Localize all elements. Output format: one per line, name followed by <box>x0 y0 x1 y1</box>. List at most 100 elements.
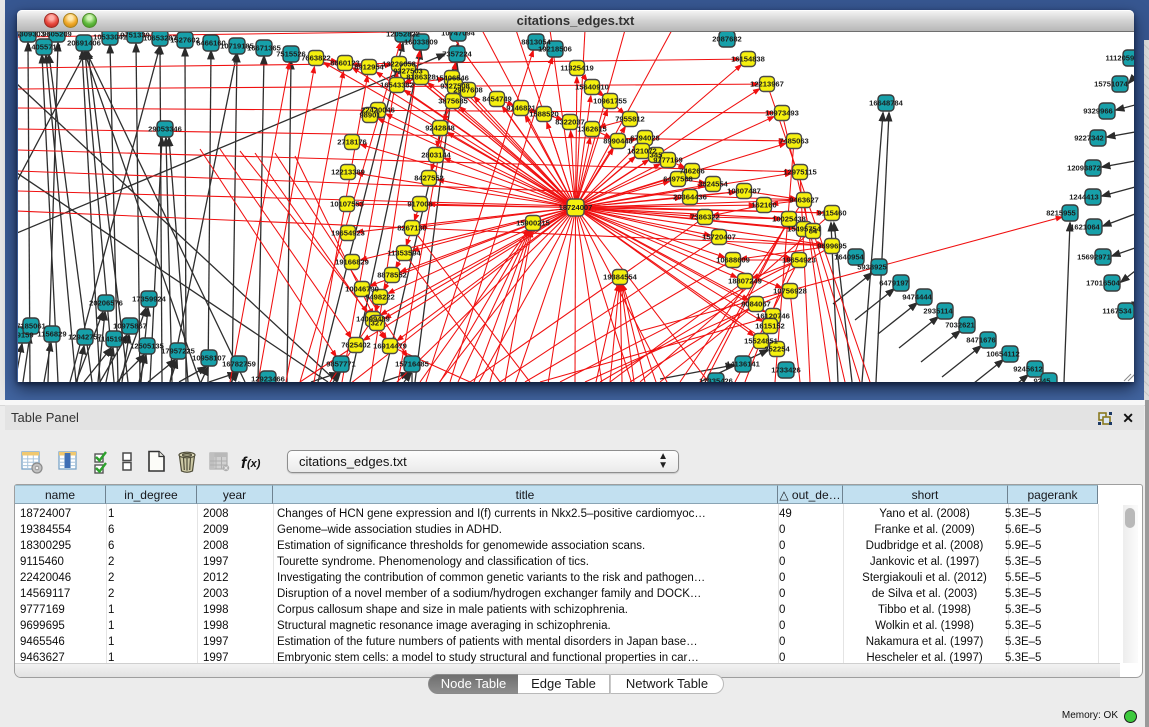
svg-text:10961755: 10961755 <box>593 97 628 106</box>
svg-text:1167534: 1167534 <box>1102 307 1132 316</box>
svg-text:8878552: 8878552 <box>377 271 407 280</box>
svg-text:10025438: 10025438 <box>772 215 806 224</box>
svg-text:17335426: 17335426 <box>699 377 733 383</box>
svg-text:9699695: 9699695 <box>817 242 847 251</box>
svg-text:327: 327 <box>371 319 384 328</box>
svg-text:19654923: 19654923 <box>782 256 816 265</box>
svg-text:12505135: 12505135 <box>130 342 165 351</box>
svg-text:12213389: 12213389 <box>331 168 365 177</box>
svg-text:15716485: 15716485 <box>395 360 430 369</box>
svg-text:19384554: 19384554 <box>603 273 638 282</box>
svg-text:14055714: 14055714 <box>27 43 62 52</box>
svg-text:7032621: 7032621 <box>945 321 975 330</box>
svg-text:9463627: 9463627 <box>789 196 819 205</box>
svg-text:3875685: 3875685 <box>438 97 468 106</box>
svg-text:2803144: 2803144 <box>421 151 451 160</box>
svg-text:10975867: 10975867 <box>113 322 147 331</box>
svg-text:9245: 9245 <box>1034 377 1052 383</box>
svg-text:9329966: 9329966 <box>1083 107 1113 116</box>
svg-text:19166829: 19166829 <box>335 258 369 267</box>
svg-text:10958107: 10958107 <box>192 354 226 363</box>
svg-text:9777169: 9777169 <box>653 156 683 165</box>
svg-text:16033809: 16033809 <box>404 38 438 47</box>
svg-text:16120746: 16120746 <box>756 312 790 321</box>
svg-text:16782759: 16782759 <box>222 360 256 369</box>
svg-text:19654923: 19654923 <box>331 229 365 238</box>
svg-text:6497568: 6497568 <box>663 175 693 184</box>
svg-text:15640910: 15640910 <box>575 83 609 92</box>
svg-text:1640954: 1640954 <box>834 253 864 262</box>
svg-text:17957225: 17957225 <box>161 347 196 356</box>
svg-text:15751074: 15751074 <box>1094 80 1129 89</box>
svg-text:10107553: 10107553 <box>330 200 364 209</box>
svg-text:10807487: 10807487 <box>727 187 761 196</box>
svg-text:15692971: 15692971 <box>1077 253 1112 262</box>
svg-text:19218506: 19218506 <box>538 45 572 54</box>
svg-text:8990448: 8990448 <box>603 137 633 146</box>
svg-text:7485063: 7485063 <box>779 137 809 146</box>
svg-text:8215955: 8215955 <box>1046 209 1076 218</box>
svg-text:8471676: 8471676 <box>966 336 996 345</box>
svg-text:9857771: 9857771 <box>326 360 356 369</box>
svg-text:16914479: 16914479 <box>373 342 407 351</box>
svg-text:252254: 252254 <box>764 345 790 354</box>
svg-text:20691406: 20691406 <box>67 39 101 48</box>
svg-text:16154838: 16154838 <box>731 55 765 64</box>
svg-text:29053346: 29053346 <box>148 125 182 134</box>
svg-text:2718176: 2718176 <box>337 138 367 147</box>
svg-text:7663822: 7663822 <box>301 54 331 63</box>
svg-text:20364436: 20364436 <box>673 193 707 202</box>
svg-text:9115460: 9115460 <box>817 209 846 218</box>
svg-text:10688609: 10688609 <box>716 256 750 265</box>
svg-text:12093872: 12093872 <box>1067 164 1101 173</box>
svg-text:1615152: 1615152 <box>755 322 785 331</box>
svg-text:15720407: 15720407 <box>702 233 736 242</box>
svg-text:16309303: 16309303 <box>18 32 45 39</box>
svg-text:1621064: 1621064 <box>1070 223 1100 232</box>
svg-text:9227342: 9227342 <box>1074 134 1104 143</box>
svg-text:1733426: 1733426 <box>771 366 801 375</box>
svg-text:8427552: 8427552 <box>414 174 444 183</box>
svg-text:10747094: 10747094 <box>441 32 476 38</box>
svg-text:9242848: 9242848 <box>425 124 455 133</box>
svg-text:8454749: 8454749 <box>482 95 512 104</box>
svg-text:5938925: 5938925 <box>857 263 887 272</box>
svg-text:9084067: 9084067 <box>741 300 771 309</box>
svg-text:11451947: 11451947 <box>97 335 130 344</box>
svg-text:8912954: 8912954 <box>354 63 384 72</box>
svg-text:2935114: 2935114 <box>923 307 953 316</box>
svg-text:9474444: 9474444 <box>902 293 932 302</box>
svg-text:98901: 98901 <box>359 111 381 120</box>
svg-text:16543382: 16543382 <box>380 81 414 90</box>
svg-text:84: 84 <box>809 227 818 236</box>
svg-text:(x): (x) <box>247 458 261 470</box>
svg-text:1244413: 1244413 <box>1069 193 1099 202</box>
svg-text:12975115: 12975115 <box>783 168 817 177</box>
svg-text:15900215: 15900215 <box>516 219 551 228</box>
svg-text:7386322: 7386322 <box>690 213 720 222</box>
svg-text:20206576: 20206576 <box>89 299 123 308</box>
svg-text:8322037: 8322037 <box>555 118 585 127</box>
svg-text:11353594: 11353594 <box>387 249 421 258</box>
svg-text:14136141: 14136141 <box>726 360 761 369</box>
svg-text:7625402: 7625402 <box>341 341 371 350</box>
svg-text:162160: 162160 <box>751 201 776 210</box>
svg-text:18807249: 18807249 <box>728 277 762 286</box>
svg-text:39159: 39159 <box>18 331 34 340</box>
svg-text:917006: 917006 <box>407 200 432 209</box>
svg-text:8267130: 8267130 <box>397 224 427 233</box>
svg-text:10973493: 10973493 <box>765 109 799 118</box>
svg-text:1156829: 1156829 <box>37 330 66 339</box>
svg-text:3824554: 3824554 <box>698 180 728 189</box>
svg-text:11325419: 11325419 <box>560 64 593 73</box>
svg-text:10756928: 10756928 <box>773 287 807 296</box>
svg-text:9245612: 9245612 <box>1013 365 1043 374</box>
svg-text:11120598: 11120598 <box>1106 54 1134 63</box>
svg-text:2967608: 2967608 <box>453 86 483 95</box>
svg-text:18724007: 18724007 <box>559 203 593 212</box>
svg-text:12923466: 12923466 <box>251 375 285 383</box>
svg-text:7955812: 7955812 <box>615 115 645 124</box>
svg-text:12213967: 12213967 <box>750 80 784 89</box>
svg-text:2087682: 2087682 <box>712 35 742 44</box>
svg-text:10046790: 10046790 <box>345 285 379 294</box>
